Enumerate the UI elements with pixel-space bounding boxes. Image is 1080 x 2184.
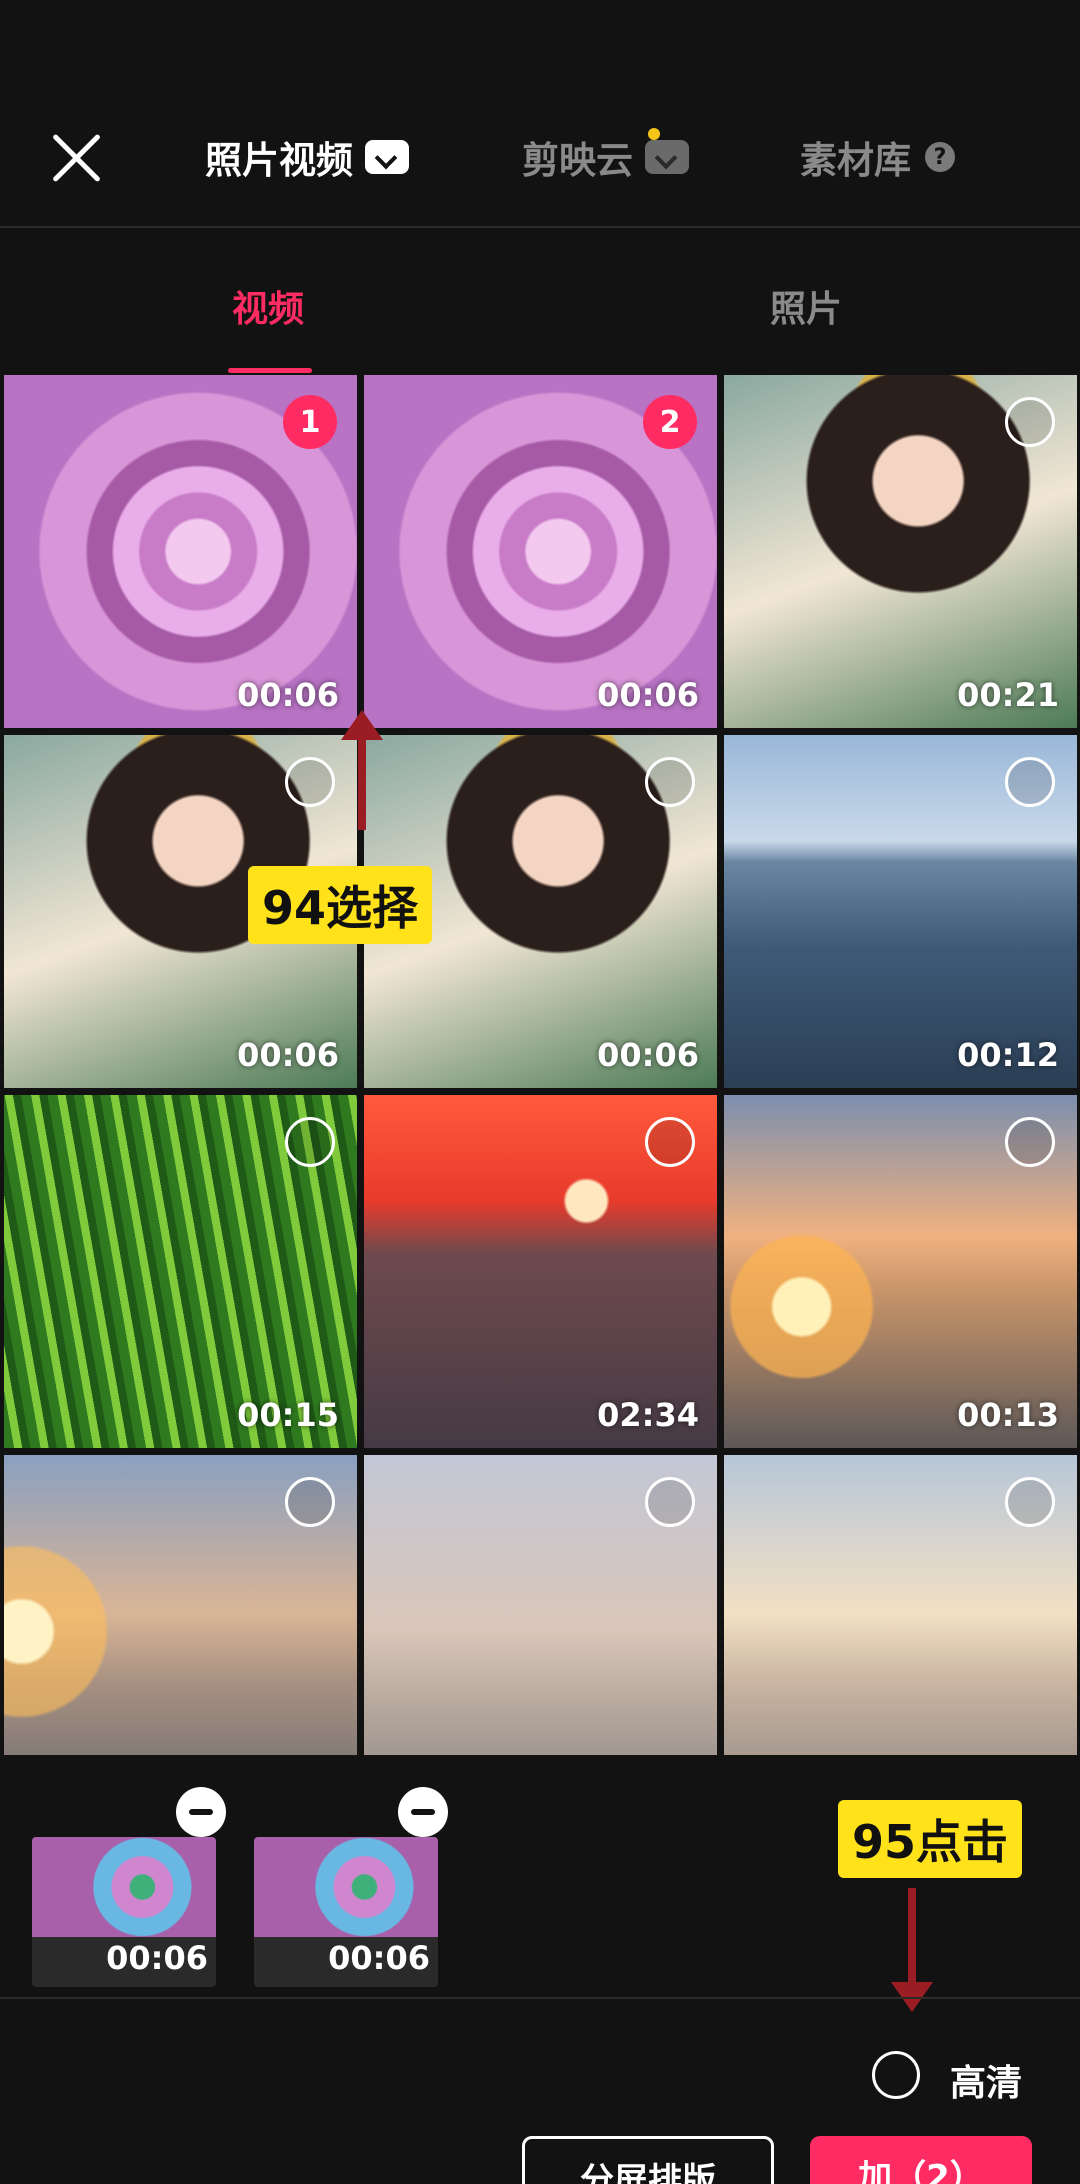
media-tile[interactable]: [724, 1455, 1077, 1755]
select-circle[interactable]: [1005, 1477, 1055, 1527]
selected-clip[interactable]: 00:06: [32, 1837, 216, 1987]
duration-label: 00:06: [597, 676, 699, 714]
media-grid: 1 00:06 2 00:06 00:21 00:06 00:06 00:12 …: [0, 373, 1080, 1755]
tab-photos-videos[interactable]: 照片视频: [205, 132, 409, 182]
select-circle[interactable]: [645, 1117, 695, 1167]
duration-label: 00:06: [328, 1939, 430, 1977]
selection-number-badge[interactable]: 1: [283, 395, 337, 449]
select-circle[interactable]: [1005, 1117, 1055, 1167]
annotation-arrow-down: [891, 1888, 933, 2012]
media-tile[interactable]: [4, 1455, 357, 1755]
help-icon[interactable]: ?: [925, 142, 955, 172]
notification-dot: [648, 128, 660, 140]
annotation-click: 95点击: [838, 1800, 1023, 1878]
select-circle[interactable]: [285, 1477, 335, 1527]
media-tile[interactable]: 00:13: [724, 1095, 1077, 1448]
add-button[interactable]: 加（2）: [810, 2136, 1032, 2184]
duration-label: 00:06: [237, 1036, 339, 1074]
top-bar: 照片视频 剪映云 素材库 ?: [0, 0, 1080, 228]
chevron-down-icon: [365, 140, 409, 174]
selected-clip[interactable]: 00:06: [254, 1837, 438, 1987]
tab-video[interactable]: 视频: [232, 280, 304, 332]
remove-clip-icon[interactable]: [176, 1787, 226, 1837]
select-circle[interactable]: [1005, 757, 1055, 807]
tab-material-library[interactable]: 素材库 ?: [800, 132, 955, 182]
media-tile[interactable]: 02:34: [364, 1095, 717, 1448]
tab-photos-videos-label: 照片视频: [205, 139, 353, 182]
select-circle[interactable]: [645, 1477, 695, 1527]
remove-clip-icon[interactable]: [398, 1787, 448, 1837]
chevron-down-icon: [645, 140, 689, 174]
duration-label: 00:12: [957, 1036, 1059, 1074]
duration-label: 00:13: [957, 1396, 1059, 1434]
select-circle[interactable]: [1005, 397, 1055, 447]
annotation-select: 94选择: [248, 866, 433, 944]
select-circle[interactable]: [645, 757, 695, 807]
annotation-arrow-up: [341, 710, 383, 830]
tab-jianying-cloud-label: 剪映云: [522, 139, 633, 182]
tab-material-library-label: 素材库: [800, 139, 911, 182]
media-tile[interactable]: 00:21: [724, 375, 1077, 728]
select-circle[interactable]: [285, 1117, 335, 1167]
selection-number-badge[interactable]: 2: [643, 395, 697, 449]
tab-photo[interactable]: 照片: [770, 280, 842, 332]
hd-radio[interactable]: [872, 2051, 920, 2099]
clip-thumbnail: [32, 1837, 216, 1937]
duration-label: 00:06: [106, 1939, 208, 1977]
clip-thumbnail: [254, 1837, 438, 1937]
select-circle[interactable]: [285, 757, 335, 807]
duration-label: 02:34: [597, 1396, 699, 1434]
close-icon[interactable]: [48, 130, 104, 186]
media-tile[interactable]: 00:12: [724, 735, 1077, 1088]
media-tile[interactable]: 00:15: [4, 1095, 357, 1448]
duration-label: 00:15: [237, 1396, 339, 1434]
media-tile[interactable]: 1 00:06: [4, 375, 357, 728]
tab-jianying-cloud[interactable]: 剪映云: [522, 132, 689, 182]
hd-label: 高清: [950, 2063, 1023, 2104]
media-tile[interactable]: 2 00:06: [364, 375, 717, 728]
media-tile[interactable]: [364, 1455, 717, 1755]
split-layout-button[interactable]: 分屏排版: [522, 2136, 774, 2184]
divider: [0, 1997, 1080, 1999]
duration-label: 00:21: [957, 676, 1059, 714]
duration-label: 00:06: [597, 1036, 699, 1074]
duration-label: 00:06: [237, 676, 339, 714]
